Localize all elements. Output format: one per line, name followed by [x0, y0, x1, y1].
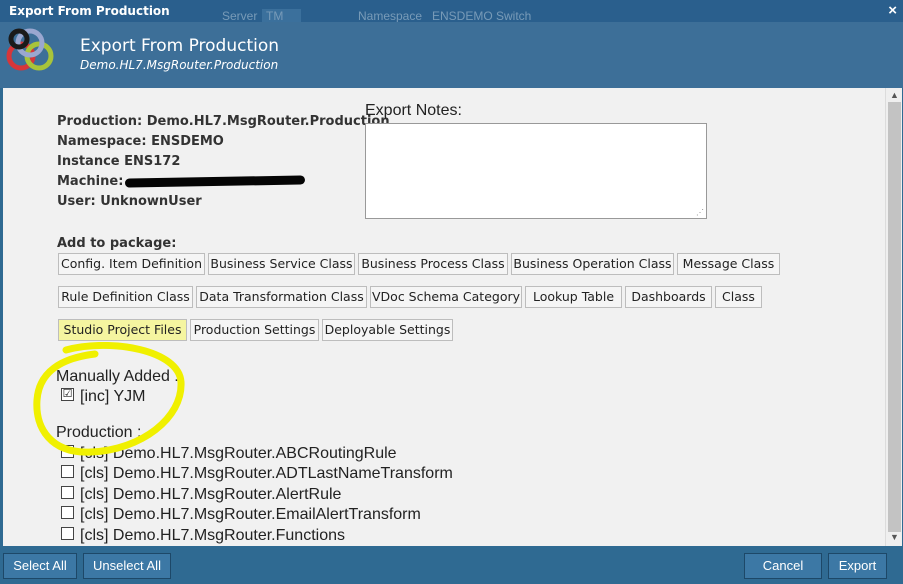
checkbox-icon[interactable]	[61, 445, 74, 459]
bg-server-value: TM	[262, 9, 302, 23]
production-settings-button[interactable]: Production Settings	[190, 319, 319, 341]
instance-line: Instance ENS172	[57, 154, 181, 169]
message-class-button[interactable]: Message Class	[677, 253, 780, 275]
deployable-settings-button[interactable]: Deployable Settings	[322, 319, 453, 341]
redaction-mark	[125, 175, 306, 188]
window-title-bar: Export From Production Server TM Namespa…	[0, 0, 903, 23]
bg-server-label: Server	[222, 9, 258, 23]
manually-added-label: Manually Added :	[56, 368, 179, 385]
production-item[interactable]: [cls] Demo.HL7.MsgRouter.ADTLastNameTran…	[61, 464, 453, 484]
close-icon[interactable]: ×	[888, 2, 897, 19]
resize-grip-icon[interactable]: ⋰	[696, 208, 704, 217]
production-item-label: [cls] Demo.HL7.MsgRouter.ADTLastNameTran…	[80, 465, 453, 482]
dialog-body: Production: Demo.HL7.MsgRouter.Productio…	[3, 88, 885, 546]
class-button[interactable]: Class	[715, 286, 762, 308]
scroll-up-icon[interactable]: ▲	[889, 90, 900, 101]
business-process-class-button[interactable]: Business Process Class	[358, 253, 508, 275]
cancel-button[interactable]: Cancel	[744, 553, 822, 579]
manual-item-label: [inc] YJM	[80, 388, 146, 405]
checkbox-icon[interactable]	[61, 506, 74, 520]
checkbox-icon[interactable]	[61, 465, 74, 479]
production-item-label: [cls] Demo.HL7.MsgRouter.AlertRule	[80, 486, 342, 503]
checked-checkbox-icon[interactable]: ☑	[61, 388, 74, 402]
export-notes-textarea[interactable]: ⋰	[365, 123, 707, 219]
rule-definition-class-button[interactable]: Rule Definition Class	[58, 286, 193, 308]
export-notes-label: Export Notes:	[365, 102, 462, 119]
production-item[interactable]: [cls] Demo.HL7.MsgRouter.Functions	[61, 526, 345, 546]
production-item-label: [cls] Demo.HL7.MsgRouter.EmailAlertTrans…	[80, 506, 421, 523]
production-item-label: [cls] Demo.HL7.MsgRouter.Functions	[80, 527, 345, 544]
machine-label: Machine:	[57, 174, 124, 189]
production-item[interactable]: [cls] Demo.HL7.MsgRouter.EmailAlertTrans…	[61, 505, 421, 525]
production-item[interactable]: [cls] Demo.HL7.MsgRouter.ABCRoutingRule	[61, 444, 397, 464]
config-item-definition-button[interactable]: Config. Item Definition	[58, 253, 205, 275]
dialog-title: Export From Production	[80, 36, 280, 56]
lookup-table-button[interactable]: Lookup Table	[525, 286, 622, 308]
production-info: Production: Demo.HL7.MsgRouter.Productio…	[57, 114, 390, 214]
user-line: User: UnknownUser	[57, 194, 202, 209]
scroll-down-icon[interactable]: ▼	[889, 532, 900, 543]
checkbox-icon[interactable]	[61, 527, 74, 541]
dialog-header: Export From Production Demo.HL7.MsgRoute…	[0, 22, 903, 88]
vertical-scrollbar[interactable]: ▲ ▼	[885, 88, 902, 546]
bg-namespace-value: ENSDEMO	[432, 9, 493, 23]
dashboards-button[interactable]: Dashboards	[625, 286, 712, 308]
bg-namespace-label: Namespace	[358, 9, 423, 23]
business-operation-class-button[interactable]: Business Operation Class	[511, 253, 674, 275]
production-item-label: [cls] Demo.HL7.MsgRouter.ABCRoutingRule	[80, 445, 397, 462]
select-all-button[interactable]: Select All	[3, 553, 77, 579]
production-item[interactable]: [cls] Demo.HL7.MsgRouter.AlertRule	[61, 485, 341, 505]
export-button[interactable]: Export	[828, 553, 887, 579]
business-service-class-button[interactable]: Business Service Class	[208, 253, 355, 275]
data-transformation-class-button[interactable]: Data Transformation Class	[196, 286, 367, 308]
machine-line: Machine:	[57, 174, 390, 194]
bg-switch-link: Switch	[496, 9, 532, 23]
manual-item-yjm[interactable]: ☑ [inc] YJM	[61, 387, 146, 407]
checkbox-icon[interactable]	[61, 486, 74, 500]
scrollbar-thumb[interactable]	[888, 102, 901, 532]
window-title: Export From Production	[9, 4, 170, 18]
ensemble-logo-icon	[6, 28, 54, 71]
production-line: Production: Demo.HL7.MsgRouter.Productio…	[57, 114, 390, 129]
vdoc-schema-category-button[interactable]: VDoc Schema Category	[370, 286, 522, 308]
unselect-all-button[interactable]: Unselect All	[83, 553, 171, 579]
production-section-label: Production :	[56, 424, 142, 441]
add-to-package-label: Add to package:	[57, 236, 177, 251]
dialog-subtitle: Demo.HL7.MsgRouter.Production	[80, 58, 279, 72]
namespace-line: Namespace: ENSDEMO	[57, 134, 224, 149]
studio-project-files-button[interactable]: Studio Project Files	[58, 319, 187, 341]
